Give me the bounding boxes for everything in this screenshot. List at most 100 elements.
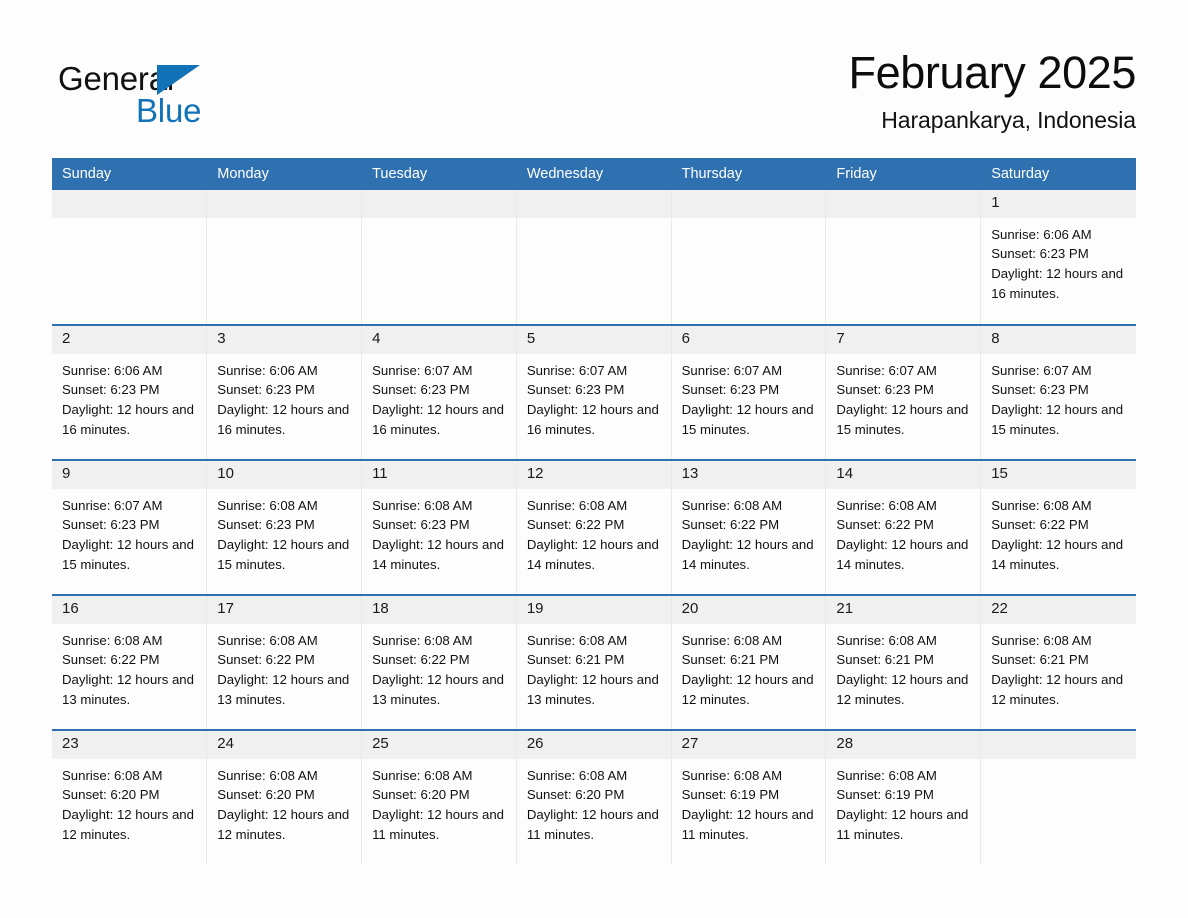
- sunrise-text: Sunrise: 6:08 AM: [526, 767, 628, 783]
- day-number: 6: [671, 326, 826, 354]
- day-cell[interactable]: 6 Sunrise: 6:07 AM Sunset: 6:23 PM Daylight…: [671, 324, 827, 460]
- daylight-text: Daylight: 12 hours and 14 minutes.: [526, 537, 659, 573]
- day-details: Sunrise: 6:06 AM Sunset: 6:23 PM Daylight:…: [981, 218, 1135, 305]
- day-cell[interactable]: [52, 190, 208, 325]
- day-details: Sunrise: 6:07 AM Sunset: 6:23 PM Daylight:…: [517, 354, 671, 441]
- day-details: Sunrise: 6:08 AM Sunset: 6:21 PM Daylight:…: [981, 624, 1135, 711]
- day-cell[interactable]: 9 Sunrise: 6:07 AM Sunset: 6:23 PM Daylight…: [52, 459, 208, 595]
- daylight-text: Daylight: 12 hours and 16 minutes.: [526, 402, 659, 438]
- sunset-text: Sunset: 6:19 PM: [836, 787, 934, 803]
- sunrise-text: Sunrise: 6:08 AM: [62, 632, 163, 648]
- day-details: [52, 218, 206, 225]
- day-cell[interactable]: [361, 190, 517, 325]
- sunset-text: Sunset: 6:21 PM: [836, 652, 934, 668]
- sunset-text: Sunset: 6:20 PM: [526, 787, 625, 803]
- general-blue-logo[interactable]: General Blue: [58, 54, 308, 140]
- day-cell[interactable]: 18 Sunrise: 6:08 AM Sunset: 6:22 PM Dayligh…: [361, 594, 517, 730]
- day-cell[interactable]: 3 Sunrise: 6:06 AM Sunset: 6:23 PM Daylight…: [206, 324, 363, 460]
- day-cell[interactable]: 11 Sunrise: 6:08 AM Sunset: 6:23 PM Dayligh…: [361, 459, 517, 595]
- day-cell[interactable]: 17 Sunrise: 6:08 AM Sunset: 6:22 PM Dayligh…: [206, 594, 363, 730]
- day-cell[interactable]: [206, 190, 363, 325]
- daylight-text: Daylight: 12 hours and 16 minutes.: [991, 266, 1124, 302]
- weekday-header-thursday: Thursday: [671, 158, 827, 190]
- day-cell[interactable]: 20 Sunrise: 6:08 AM Sunset: 6:21 PM Dayligh…: [671, 594, 827, 730]
- sunrise-text: Sunrise: 6:07 AM: [991, 362, 1092, 378]
- day-cell[interactable]: 4 Sunrise: 6:07 AM Sunset: 6:23 PM Daylight…: [361, 324, 517, 460]
- day-cell[interactable]: 21 Sunrise: 6:08 AM Sunset: 6:21 PM Dayligh…: [825, 594, 982, 730]
- day-cell[interactable]: 12 Sunrise: 6:08 AM Sunset: 6:22 PM Dayligh…: [516, 459, 672, 595]
- daylight-text: Daylight: 12 hours and 14 minutes.: [372, 537, 505, 573]
- sunset-text: Sunset: 6:23 PM: [991, 246, 1089, 262]
- title-block: February 2025 Harapankarya, Indonesia: [436, 47, 1137, 134]
- sunset-text: Sunset: 6:22 PM: [526, 517, 625, 533]
- sunset-text: Sunset: 6:19 PM: [681, 787, 780, 803]
- day-details: Sunrise: 6:08 AM Sunset: 6:20 PM Daylight:…: [517, 759, 671, 846]
- daylight-text: Daylight: 12 hours and 14 minutes.: [836, 537, 969, 573]
- day-details: Sunrise: 6:08 AM Sunset: 6:23 PM Daylight:…: [362, 489, 516, 576]
- day-details: [207, 218, 361, 225]
- day-cell[interactable]: [516, 190, 672, 325]
- daylight-text: Daylight: 12 hours and 13 minutes.: [217, 672, 350, 708]
- day-number: [981, 731, 1136, 759]
- day-cell[interactable]: 15 Sunrise: 6:08 AM Sunset: 6:22 PM Dayligh…: [980, 459, 1136, 595]
- day-number: 5: [516, 326, 671, 354]
- day-cell[interactable]: [825, 190, 982, 325]
- day-cell[interactable]: 2 Sunrise: 6:06 AM Sunset: 6:23 PM Daylight…: [52, 324, 208, 460]
- day-number: 13: [671, 461, 826, 489]
- daylight-text: Daylight: 12 hours and 13 minutes.: [62, 672, 194, 708]
- day-number: 17: [207, 596, 362, 624]
- sunrise-text: Sunrise: 6:07 AM: [526, 362, 628, 378]
- day-cell[interactable]: 14 Sunrise: 6:08 AM Sunset: 6:22 PM Dayligh…: [825, 459, 982, 595]
- logo-text-blue: Blue: [136, 92, 202, 129]
- day-cell[interactable]: [980, 729, 1136, 865]
- day-cell[interactable]: 25 Sunrise: 6:08 AM Sunset: 6:20 PM Dayligh…: [361, 729, 517, 865]
- week-row: 1 Sunrise: 6:06 AM Sunset: 6:23 PM Daylight…: [52, 190, 1136, 325]
- weekday-header-friday: Friday: [825, 158, 982, 190]
- day-cell[interactable]: 16 Sunrise: 6:08 AM Sunset: 6:22 PM Dayligh…: [52, 594, 208, 730]
- sunrise-text: Sunrise: 6:08 AM: [217, 497, 318, 513]
- day-number: [826, 190, 981, 218]
- day-cell[interactable]: 19 Sunrise: 6:08 AM Sunset: 6:21 PM Dayligh…: [516, 594, 672, 730]
- sunset-text: Sunset: 6:23 PM: [991, 382, 1089, 398]
- day-cell[interactable]: 1 Sunrise: 6:06 AM Sunset: 6:23 PM Daylight…: [980, 190, 1136, 325]
- day-cell[interactable]: 27 Sunrise: 6:08 AM Sunset: 6:19 PM Dayligh…: [671, 729, 827, 865]
- day-cell[interactable]: 8 Sunrise: 6:07 AM Sunset: 6:23 PM Daylight…: [980, 324, 1136, 460]
- day-cell[interactable]: 24 Sunrise: 6:08 AM Sunset: 6:20 PM Dayligh…: [206, 729, 363, 865]
- day-number: 27: [671, 731, 826, 759]
- day-cell[interactable]: [671, 190, 827, 325]
- day-number: [207, 190, 362, 218]
- weekday-header-tuesday: Tuesday: [361, 158, 517, 190]
- day-cell[interactable]: 7 Sunrise: 6:07 AM Sunset: 6:23 PM Daylight…: [825, 324, 982, 460]
- daylight-text: Daylight: 12 hours and 16 minutes.: [62, 402, 194, 438]
- sunset-text: Sunset: 6:22 PM: [836, 517, 934, 533]
- day-cell[interactable]: 5 Sunrise: 6:07 AM Sunset: 6:23 PM Daylight…: [516, 324, 672, 460]
- day-cell[interactable]: 28 Sunrise: 6:08 AM Sunset: 6:19 PM Dayligh…: [825, 729, 982, 865]
- day-cell[interactable]: 22 Sunrise: 6:08 AM Sunset: 6:21 PM Dayligh…: [980, 594, 1136, 730]
- sunset-text: Sunset: 6:22 PM: [62, 652, 160, 668]
- sunset-text: Sunset: 6:20 PM: [217, 787, 315, 803]
- day-number: 10: [207, 461, 362, 489]
- sunrise-text: Sunrise: 6:07 AM: [681, 362, 783, 378]
- day-details: Sunrise: 6:07 AM Sunset: 6:23 PM Daylight:…: [52, 489, 206, 576]
- day-number: 24: [207, 731, 362, 759]
- day-details: Sunrise: 6:08 AM Sunset: 6:22 PM Daylight:…: [52, 624, 206, 711]
- day-details: Sunrise: 6:08 AM Sunset: 6:23 PM Daylight:…: [207, 489, 361, 576]
- day-cell[interactable]: 13 Sunrise: 6:08 AM Sunset: 6:22 PM Dayligh…: [671, 459, 827, 595]
- day-cell[interactable]: 26 Sunrise: 6:08 AM Sunset: 6:20 PM Dayligh…: [516, 729, 672, 865]
- sunrise-text: Sunrise: 6:06 AM: [62, 362, 163, 378]
- sunrise-text: Sunrise: 6:08 AM: [836, 767, 937, 783]
- daylight-text: Daylight: 12 hours and 12 minutes.: [681, 672, 814, 708]
- day-details: [981, 759, 1135, 766]
- sunrise-text: Sunrise: 6:08 AM: [991, 497, 1092, 513]
- sunrise-text: Sunrise: 6:08 AM: [217, 767, 318, 783]
- day-details: Sunrise: 6:08 AM Sunset: 6:20 PM Daylight:…: [362, 759, 516, 846]
- calendar-page: General Blue February 2025 Harapankarya,…: [0, 0, 1188, 918]
- day-number: 25: [362, 731, 516, 759]
- sunset-text: Sunset: 6:23 PM: [836, 382, 934, 398]
- day-cell[interactable]: 23 Sunrise: 6:08 AM Sunset: 6:20 PM Dayligh…: [52, 729, 208, 865]
- calendar-body: 1 Sunrise: 6:06 AM Sunset: 6:23 PM Daylight…: [52, 190, 1136, 865]
- weekday-header-sunday: Sunday: [52, 158, 208, 190]
- calendar-grid: Sunday Monday Tuesday Wednesday Thursday…: [52, 158, 1136, 865]
- sunset-text: Sunset: 6:23 PM: [217, 517, 315, 533]
- day-cell[interactable]: 10 Sunrise: 6:08 AM Sunset: 6:23 PM Dayligh…: [206, 459, 363, 595]
